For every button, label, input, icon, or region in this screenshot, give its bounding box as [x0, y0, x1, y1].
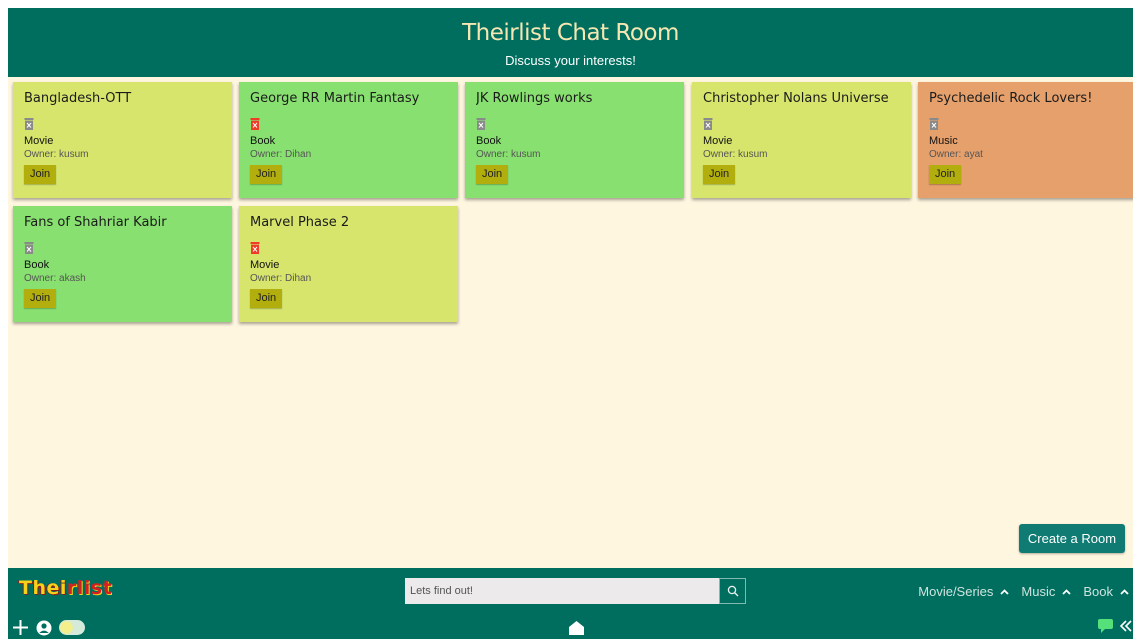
nav-label: Book: [1083, 584, 1113, 599]
logo-text-a: Thei: [19, 577, 67, 599]
room-owner: Owner: kusum: [24, 149, 89, 160]
join-button[interactable]: Join: [250, 289, 283, 308]
home-button[interactable]: [568, 620, 585, 639]
double-chevron-left-icon[interactable]: [1119, 619, 1133, 633]
page-subtitle: Discuss your interests!: [505, 53, 636, 68]
user-icon[interactable]: [36, 620, 52, 636]
room-category: Book: [476, 135, 502, 147]
room-owner: Owner: Dihan: [250, 273, 312, 284]
room-card: Fans of Shahriar Kabir Book Owner: akash…: [13, 206, 232, 322]
join-button[interactable]: Join: [24, 289, 57, 308]
room-owner: Owner: kusum: [703, 149, 768, 160]
chevron-up-icon: [1120, 588, 1129, 595]
nav-movie-series[interactable]: Movie/Series: [918, 584, 1010, 599]
room-name: JK Rowlings works: [476, 91, 593, 106]
room-category: Book: [24, 259, 50, 271]
footer-actions-left: [12, 619, 85, 636]
room-category: Music: [929, 135, 958, 147]
room-owner: Owner: Dihan: [250, 149, 312, 160]
footer-bar: Theirlist Movie/Series Music Book: [8, 568, 1133, 639]
room-name: Psychedelic Rock Lovers!: [929, 91, 1093, 106]
search-button[interactable]: [719, 578, 746, 604]
room-name: Marvel Phase 2: [250, 215, 350, 230]
create-room-button[interactable]: Create a Room: [1019, 524, 1125, 553]
plus-icon[interactable]: [12, 619, 29, 636]
room-card: JK Rowlings works Book Owner: kusum Join: [465, 82, 684, 198]
search-input[interactable]: [405, 578, 719, 604]
room-card: Christopher Nolans Universe Movie Owner:…: [692, 82, 911, 198]
page: Theirlist Chat Room Discuss your interes…: [8, 8, 1133, 639]
category-nav: Movie/Series Music Book: [918, 584, 1129, 599]
room-name: Christopher Nolans Universe: [703, 91, 889, 106]
trash-icon[interactable]: [476, 117, 486, 130]
logo-text-b: rlist: [66, 577, 113, 599]
join-button[interactable]: Join: [24, 165, 57, 184]
join-button[interactable]: Join: [250, 165, 283, 184]
chat-icon[interactable]: [1098, 619, 1113, 633]
room-category: Movie: [703, 135, 733, 147]
trash-icon[interactable]: [250, 117, 260, 130]
room-card: Marvel Phase 2 Movie Owner: Dihan Join: [239, 206, 458, 322]
search-bar: [405, 578, 746, 604]
trash-icon[interactable]: [24, 117, 34, 130]
nav-music[interactable]: Music: [1021, 584, 1071, 599]
room-category: Movie: [250, 259, 280, 271]
theme-toggle-icon[interactable]: [59, 620, 85, 635]
room-owner: Owner: ayat: [929, 149, 983, 160]
footer-actions-right: [1098, 619, 1133, 633]
room-category: Book: [250, 135, 276, 147]
room-category: Movie: [24, 135, 54, 147]
trash-icon[interactable]: [24, 241, 34, 254]
join-button[interactable]: Join: [703, 165, 736, 184]
nav-label: Music: [1021, 584, 1056, 599]
trash-icon[interactable]: [703, 117, 713, 130]
room-card: George RR Martin Fantasy Book Owner: Dih…: [239, 82, 458, 198]
nav-label: Movie/Series: [918, 584, 994, 599]
search-icon: [727, 585, 738, 597]
join-button[interactable]: Join: [929, 165, 962, 184]
chevron-up-icon: [1062, 588, 1071, 595]
room-card: Bangladesh-OTT Movie Owner: kusum Join: [13, 82, 232, 198]
chevron-up-icon: [1000, 588, 1010, 595]
page-header: Theirlist Chat Room Discuss your interes…: [8, 8, 1133, 77]
nav-book[interactable]: Book: [1083, 584, 1129, 599]
page-title: Theirlist Chat Room: [462, 20, 679, 46]
room-name: Bangladesh-OTT: [24, 91, 132, 106]
room-name: George RR Martin Fantasy: [250, 91, 420, 106]
theirlist-logo[interactable]: Theirlist: [19, 577, 112, 599]
room-owner: Owner: kusum: [476, 149, 541, 160]
home-icon: [569, 621, 584, 635]
room-name: Fans of Shahriar Kabir: [24, 215, 167, 230]
trash-icon[interactable]: [929, 117, 939, 130]
trash-icon[interactable]: [250, 241, 260, 254]
join-button[interactable]: Join: [476, 165, 509, 184]
room-owner: Owner: akash: [24, 273, 86, 284]
room-card: Psychedelic Rock Lovers! Music Owner: ay…: [918, 82, 1133, 198]
